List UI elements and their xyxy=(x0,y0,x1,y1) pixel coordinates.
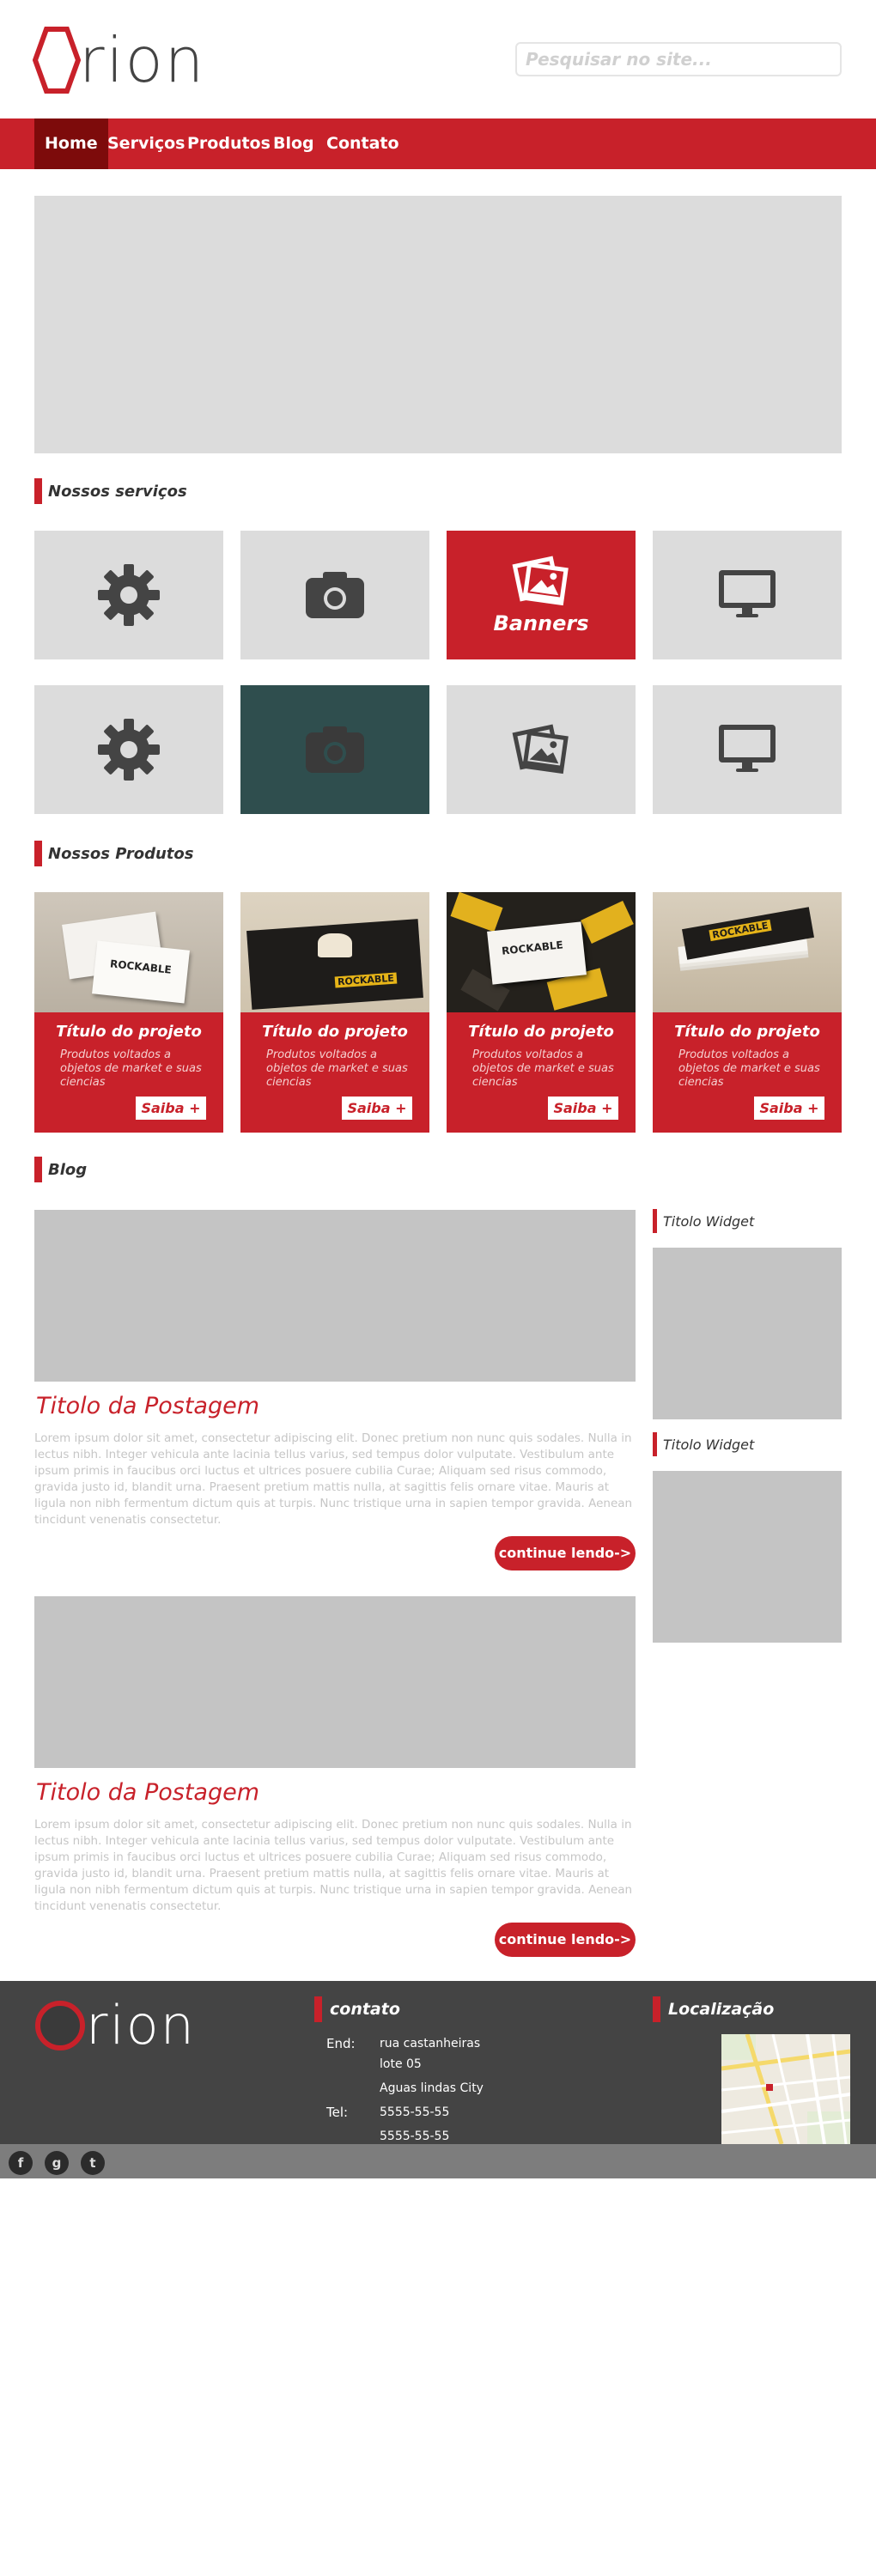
photos-icon xyxy=(512,556,569,606)
search-input[interactable] xyxy=(515,42,842,76)
widget-heading: Titolo Widget xyxy=(653,1432,754,1456)
service-tile[interactable] xyxy=(34,531,223,659)
tel-label: Tel: xyxy=(326,2105,349,2120)
products-title: Nossos Produtos xyxy=(48,844,194,863)
product-description: Produtos voltados a objetos de market e … xyxy=(60,1048,202,1089)
nav-item-contato[interactable]: Contato xyxy=(316,118,410,169)
product-card[interactable]: ROCKABLE Título do projeto Produtos volt… xyxy=(653,892,842,1133)
phone-number[interactable]: 5555-55-55 xyxy=(380,2105,449,2119)
product-description: Produtos voltados a objetos de market e … xyxy=(266,1048,408,1089)
services-title: Nossos serviços xyxy=(48,482,187,501)
service-tile[interactable] xyxy=(653,685,842,814)
post-title[interactable]: Titolo da Postagem xyxy=(36,1779,259,1806)
heading-accent-bar xyxy=(653,1209,657,1233)
footer-logo-text: rion xyxy=(86,1994,196,2057)
monitor-icon xyxy=(719,725,776,772)
address-label: End: xyxy=(326,2036,356,2051)
blog-heading: Blog xyxy=(34,1157,87,1182)
main-nav: Home Serviços Produtos Blog Contato xyxy=(0,118,876,169)
location-title: Localização xyxy=(668,2000,775,2019)
product-card[interactable]: ROCKABLE Título do projeto Produtos volt… xyxy=(447,892,636,1133)
service-tile[interactable] xyxy=(34,685,223,814)
continue-reading-button[interactable]: continue lendo-> xyxy=(495,1923,636,1957)
post-excerpt: Lorem ipsum dolor sit amet, consectetur … xyxy=(34,1431,633,1527)
saiba-mais-button[interactable]: Saiba + xyxy=(136,1097,206,1120)
product-photo: ROCKABLE xyxy=(34,892,223,1012)
social-bar: f g t xyxy=(0,2144,876,2178)
contact-title: contato xyxy=(330,2000,400,2019)
location-heading: Localização xyxy=(653,1996,774,2022)
product-title: Título do projeto xyxy=(56,1023,202,1041)
widget-title: Titolo Widget xyxy=(663,1212,755,1230)
product-card[interactable]: ROCKABLE Título do projeto Produtos volt… xyxy=(240,892,429,1133)
service-tile-banners[interactable]: Banners xyxy=(447,531,636,659)
service-tile[interactable] xyxy=(447,685,636,814)
continue-reading-button[interactable]: continue lendo-> xyxy=(495,1536,636,1571)
saiba-mais-button[interactable]: Saiba + xyxy=(548,1097,618,1120)
service-tile[interactable] xyxy=(240,685,429,814)
site-footer: rion contato End: rua castanheiras lote … xyxy=(0,1981,876,2144)
product-photo: ROCKABLE xyxy=(240,892,429,1012)
services-heading: Nossos serviços xyxy=(34,478,187,504)
post-image[interactable] xyxy=(34,1596,636,1768)
blog-title: Blog xyxy=(48,1160,88,1179)
google-icon[interactable]: g xyxy=(45,2151,69,2175)
logo-circle-icon xyxy=(35,2001,85,2050)
product-description: Produtos voltados a objetos de market e … xyxy=(472,1048,614,1089)
site-logo[interactable]: rion xyxy=(33,24,205,96)
photos-icon xyxy=(512,724,569,775)
camera-icon xyxy=(306,726,364,773)
phone-number[interactable]: 5555-55-55 xyxy=(380,2129,449,2143)
nav-item-blog[interactable]: Blog xyxy=(263,118,325,169)
product-photo: ROCKABLE xyxy=(653,892,842,1012)
widget-heading: Titolo Widget xyxy=(653,1209,754,1233)
post-image[interactable] xyxy=(34,1210,636,1382)
site-header: rion xyxy=(0,0,876,118)
post-excerpt: Lorem ipsum dolor sit amet, consectetur … xyxy=(34,1818,633,1913)
heading-accent-bar xyxy=(34,1157,42,1182)
contact-heading: contato xyxy=(314,1996,400,2022)
service-tile[interactable] xyxy=(653,531,842,659)
widget-box[interactable] xyxy=(653,1471,842,1643)
address-line: Aguas lindas City xyxy=(380,2081,484,2095)
product-card[interactable]: ROCKABLE Título do projeto Produtos volt… xyxy=(34,892,223,1133)
twitter-icon[interactable]: t xyxy=(81,2151,105,2175)
heading-accent-bar xyxy=(653,1996,660,2022)
map-graphic xyxy=(721,2034,850,2144)
camera-icon xyxy=(306,572,364,618)
address-line: lote 05 xyxy=(380,2057,422,2071)
heading-accent-bar xyxy=(34,478,42,504)
product-title: Título do projeto xyxy=(468,1023,614,1041)
monitor-icon xyxy=(719,570,776,617)
hero-banner[interactable] xyxy=(34,196,842,453)
products-heading: Nossos Produtos xyxy=(34,841,193,866)
post-title[interactable]: Titolo da Postagem xyxy=(36,1393,259,1419)
heading-accent-bar xyxy=(34,841,42,866)
logo-hexagon-icon xyxy=(33,27,81,94)
product-title: Título do projeto xyxy=(262,1023,408,1041)
product-title: Título do projeto xyxy=(674,1023,820,1041)
facebook-icon[interactable]: f xyxy=(9,2151,33,2175)
heading-accent-bar xyxy=(314,1996,322,2022)
saiba-mais-button[interactable]: Saiba + xyxy=(754,1097,824,1120)
gear-icon xyxy=(98,564,160,626)
product-description: Produtos voltados a objetos de market e … xyxy=(678,1048,820,1089)
gear-icon xyxy=(98,719,160,781)
location-map[interactable] xyxy=(721,2034,850,2144)
footer-logo[interactable]: rion xyxy=(33,1998,196,2053)
address-line: rua castanheiras xyxy=(380,2037,481,2050)
product-photo: ROCKABLE xyxy=(447,892,636,1012)
logo-text: rion xyxy=(79,24,206,96)
widget-title: Titolo Widget xyxy=(663,1436,755,1453)
widget-box[interactable] xyxy=(653,1248,842,1419)
service-tile-label: Banners xyxy=(493,611,589,635)
saiba-mais-button[interactable]: Saiba + xyxy=(342,1097,412,1120)
service-tile[interactable] xyxy=(240,531,429,659)
heading-accent-bar xyxy=(653,1432,657,1456)
